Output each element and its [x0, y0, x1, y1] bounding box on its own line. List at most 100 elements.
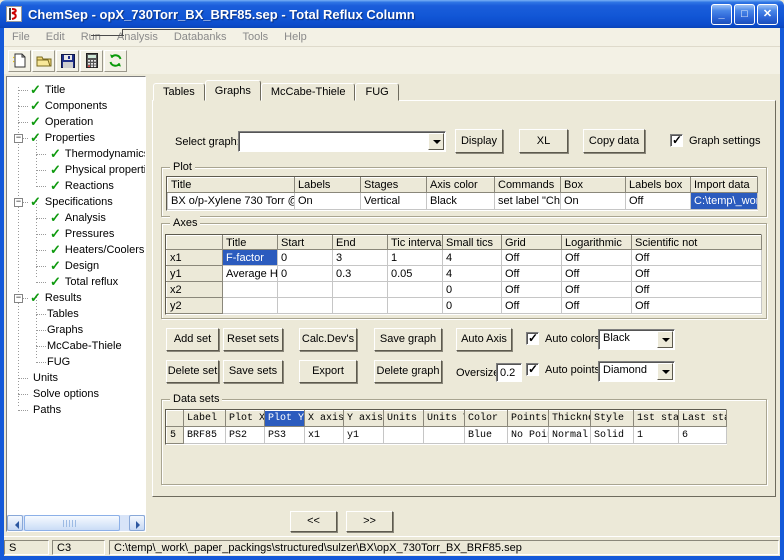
- tree-item-thermodynamics[interactable]: ✓Thermodynamics: [7, 146, 145, 162]
- datasets-col-plot-y[interactable]: Plot Y: [265, 411, 305, 427]
- auto-points-checkbox[interactable]: [526, 363, 539, 376]
- axes-col-logarithmic[interactable]: Logarithmic: [562, 236, 632, 250]
- datasets-cell-last-stage[interactable]: 6: [679, 427, 727, 444]
- plot-col-labels[interactable]: Labels: [295, 178, 361, 193]
- tree-horizontal-scrollbar[interactable]: [7, 515, 145, 531]
- menu-help[interactable]: Help: [276, 29, 315, 45]
- tree-item-heaters-coolers[interactable]: ✓Heaters/Coolers: [7, 242, 145, 258]
- axes-cell-x1-smalltics[interactable]: 4: [443, 250, 502, 266]
- datasets-rowhdr[interactable]: 5: [167, 427, 184, 444]
- minimize-icon[interactable]: _: [711, 4, 732, 25]
- delete-set-button[interactable]: Delete set: [166, 360, 219, 383]
- collapse-icon[interactable]: [14, 294, 23, 303]
- datasets-col-color[interactable]: Color: [465, 411, 508, 427]
- menu-run[interactable]: Run: [73, 29, 109, 45]
- new-file-icon[interactable]: [8, 50, 31, 72]
- plot-cell-box[interactable]: On: [561, 193, 626, 210]
- datasets-cell-points[interactable]: No Points: [508, 427, 549, 444]
- tree-item-specifications[interactable]: ✓Specifications: [7, 194, 145, 210]
- datasets-col-1st-stage[interactable]: 1st stage: [634, 411, 679, 427]
- axes-cell-y2-title[interactable]: [223, 298, 278, 314]
- datasets-cell-style[interactable]: Solid: [591, 427, 634, 444]
- tree-item-units[interactable]: Units: [7, 370, 145, 386]
- save-sets-button[interactable]: Save sets: [223, 360, 283, 383]
- menu-file[interactable]: File: [4, 29, 38, 45]
- tab-mccabe-thiele[interactable]: McCabe-Thiele: [261, 83, 356, 101]
- calc-devs-button[interactable]: Calc.Dev's: [299, 328, 357, 351]
- plot-cell-labels[interactable]: On: [295, 193, 361, 210]
- axes-rowhdr-y2[interactable]: y2: [167, 298, 223, 314]
- open-folder-icon[interactable]: [32, 50, 55, 72]
- axes-cell-y2-log[interactable]: Off: [562, 298, 632, 314]
- tree-item-tables[interactable]: Tables: [7, 306, 145, 322]
- axes-cell-y1-end[interactable]: 0.3: [333, 266, 388, 282]
- tree-item-title[interactable]: ✓Title: [7, 82, 145, 98]
- datasets-col-units-y[interactable]: Units Y: [424, 411, 465, 427]
- calculator-icon[interactable]: [80, 50, 103, 72]
- save-icon[interactable]: [56, 50, 79, 72]
- axes-cell-y2-grid[interactable]: Off: [502, 298, 562, 314]
- tab-tables[interactable]: Tables: [153, 83, 205, 101]
- axes-cell-y2-sci[interactable]: Off: [632, 298, 762, 314]
- axes-cell-x1-grid[interactable]: Off: [502, 250, 562, 266]
- oversize-input[interactable]: [496, 363, 522, 382]
- datasets-col-x-axis[interactable]: X axis: [305, 411, 344, 427]
- datasets-cell-color[interactable]: Blue: [465, 427, 508, 444]
- plot-col-box[interactable]: Box: [561, 178, 626, 193]
- tree-item-fug[interactable]: FUG: [7, 354, 145, 370]
- auto-colors-checkbox[interactable]: [526, 332, 539, 345]
- plot-cell-stages[interactable]: Vertical: [361, 193, 427, 210]
- datasets-cell-label[interactable]: BRF85: [184, 427, 226, 444]
- axes-cell-y2-end[interactable]: [333, 298, 388, 314]
- axes-cell-y2-smalltics[interactable]: 0: [443, 298, 502, 314]
- axes-cell-y1-start[interactable]: 0: [278, 266, 333, 282]
- tree-item-pressures[interactable]: ✓Pressures: [7, 226, 145, 242]
- datasets-col-style[interactable]: Style: [591, 411, 634, 427]
- save-graph-button[interactable]: Save graph: [374, 328, 442, 351]
- datasets-cell-plot-y[interactable]: PS3: [265, 427, 305, 444]
- display-button[interactable]: Display: [455, 129, 503, 153]
- datasets-cell-1st-stage[interactable]: 1: [634, 427, 679, 444]
- axes-col-grid[interactable]: Grid: [502, 236, 562, 250]
- plot-col-import-data[interactable]: Import data: [691, 178, 758, 193]
- point-style-combobox[interactable]: Diamond: [598, 361, 675, 382]
- datasets-col-y-axis[interactable]: Y axis: [344, 411, 384, 427]
- axes-cell-x2-start[interactable]: [278, 282, 333, 298]
- tree-item-properties[interactable]: ✓Properties: [7, 130, 145, 146]
- axes-cell-x2-end[interactable]: [333, 282, 388, 298]
- axes-cell-x2-grid[interactable]: Off: [502, 282, 562, 298]
- axes-cell-x2-log[interactable]: Off: [562, 282, 632, 298]
- copy-data-button[interactable]: Copy data: [583, 129, 645, 153]
- xl-button[interactable]: XL: [519, 129, 568, 153]
- axes-cell-x1-sci[interactable]: Off: [632, 250, 762, 266]
- tree-item-reactions[interactable]: ✓Reactions: [7, 178, 145, 194]
- datasets-cell-units-y[interactable]: [424, 427, 465, 444]
- datasets-col-thickness[interactable]: Thickness: [549, 411, 591, 427]
- datasets-cell-x-axis[interactable]: x1: [305, 427, 344, 444]
- tab-fug[interactable]: FUG: [355, 83, 398, 101]
- datasets-col-last-stage[interactable]: Last stage: [679, 411, 727, 427]
- datasets-cell-thickness[interactable]: Normal: [549, 427, 591, 444]
- axes-cell-y1-smalltics[interactable]: 4: [443, 266, 502, 282]
- axes-cell-x1-title[interactable]: F-factor: [223, 250, 278, 266]
- collapse-icon[interactable]: [14, 198, 23, 207]
- chevron-down-icon[interactable]: [657, 331, 673, 348]
- plot-col-axis-color[interactable]: Axis color: [427, 178, 495, 193]
- tree-item-analysis[interactable]: ✓Analysis: [7, 210, 145, 226]
- scroll-left-icon[interactable]: [7, 515, 23, 531]
- plot-cell-labels-box[interactable]: Off: [626, 193, 691, 210]
- axes-cell-y1-tic[interactable]: 0.05: [388, 266, 443, 282]
- plot-cell-import-data[interactable]: C:\temp\_work: [691, 193, 758, 210]
- delete-graph-button[interactable]: Delete graph: [374, 360, 442, 383]
- axes-cell-x1-log[interactable]: Off: [562, 250, 632, 266]
- tree-item-design[interactable]: ✓Design: [7, 258, 145, 274]
- axes-col-small-tics[interactable]: Small tics: [443, 236, 502, 250]
- tab-graphs[interactable]: Graphs: [205, 80, 261, 101]
- tree-item-operation[interactable]: ✓Operation: [7, 114, 145, 130]
- plot-col-stages[interactable]: Stages: [361, 178, 427, 193]
- datasets-cell-y-axis[interactable]: y1: [344, 427, 384, 444]
- axes-col-end[interactable]: End: [333, 236, 388, 250]
- plot-cell-title[interactable]: BX o/p-Xylene 730 Torr @: [168, 193, 295, 210]
- axes-cell-y1-title[interactable]: Average HETP: [223, 266, 278, 282]
- plot-col-labels-box[interactable]: Labels box: [626, 178, 691, 193]
